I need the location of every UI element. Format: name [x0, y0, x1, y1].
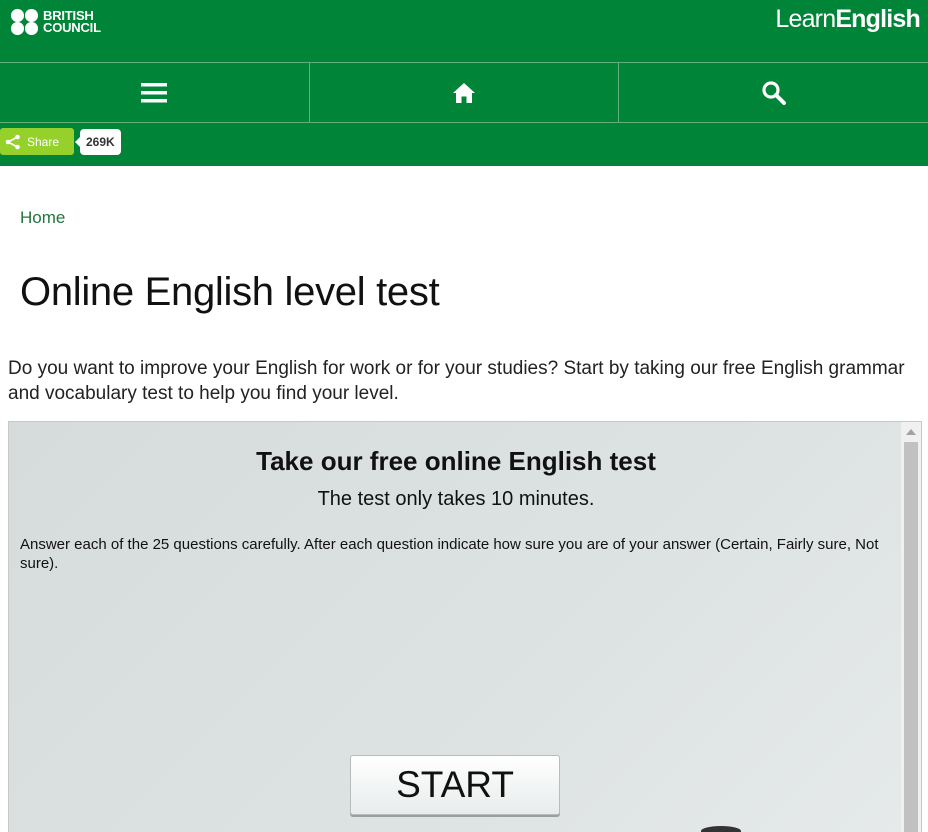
test-duration-text: The test only takes 10 minutes.: [317, 488, 595, 510]
share-icon: [5, 134, 20, 149]
share-button[interactable]: Share: [0, 128, 74, 155]
search-button[interactable]: [618, 63, 928, 122]
site-header: BRITISH COUNCIL LearnEnglish: [0, 0, 928, 62]
background-photo-fragment: [701, 826, 741, 832]
menu-button[interactable]: [0, 63, 309, 122]
logo-learn: Learn: [775, 5, 836, 33]
learnenglish-logo[interactable]: LearnEnglish: [775, 5, 920, 34]
share-label: Share: [27, 134, 60, 149]
level-test-content: Take our free online English test The te…: [9, 422, 903, 832]
scroll-up-arrow-icon[interactable]: [901, 422, 921, 442]
intro-text: Do you want to improve your English for …: [8, 358, 905, 404]
frame-scrollbar[interactable]: [901, 422, 921, 832]
main-nav: [0, 62, 928, 123]
british-council-wordmark: BRITISH COUNCIL: [43, 9, 101, 35]
test-instructions: Answer each of the 25 questions carefull…: [20, 536, 879, 572]
page-title: Online English level test: [20, 270, 440, 314]
logo-english: English: [835, 5, 920, 33]
hamburger-menu-icon: [141, 82, 168, 102]
start-test-button[interactable]: START: [350, 755, 560, 815]
scroll-thumb[interactable]: [904, 442, 918, 832]
level-test-frame: Take our free online English test The te…: [8, 421, 922, 832]
share-bar: Share 269K: [0, 123, 928, 166]
share-count-badge: 269K: [75, 129, 121, 155]
search-icon: [762, 80, 786, 105]
british-council-logo[interactable]: BRITISH COUNCIL: [11, 9, 101, 35]
logo-line-2: COUNCIL: [43, 20, 101, 35]
breadcrumb-home-link[interactable]: Home: [20, 208, 65, 228]
home-button[interactable]: [308, 63, 619, 122]
test-heading: Take our free online English test: [256, 446, 656, 476]
british-council-dots-icon: [11, 9, 39, 35]
home-icon: [453, 82, 475, 103]
